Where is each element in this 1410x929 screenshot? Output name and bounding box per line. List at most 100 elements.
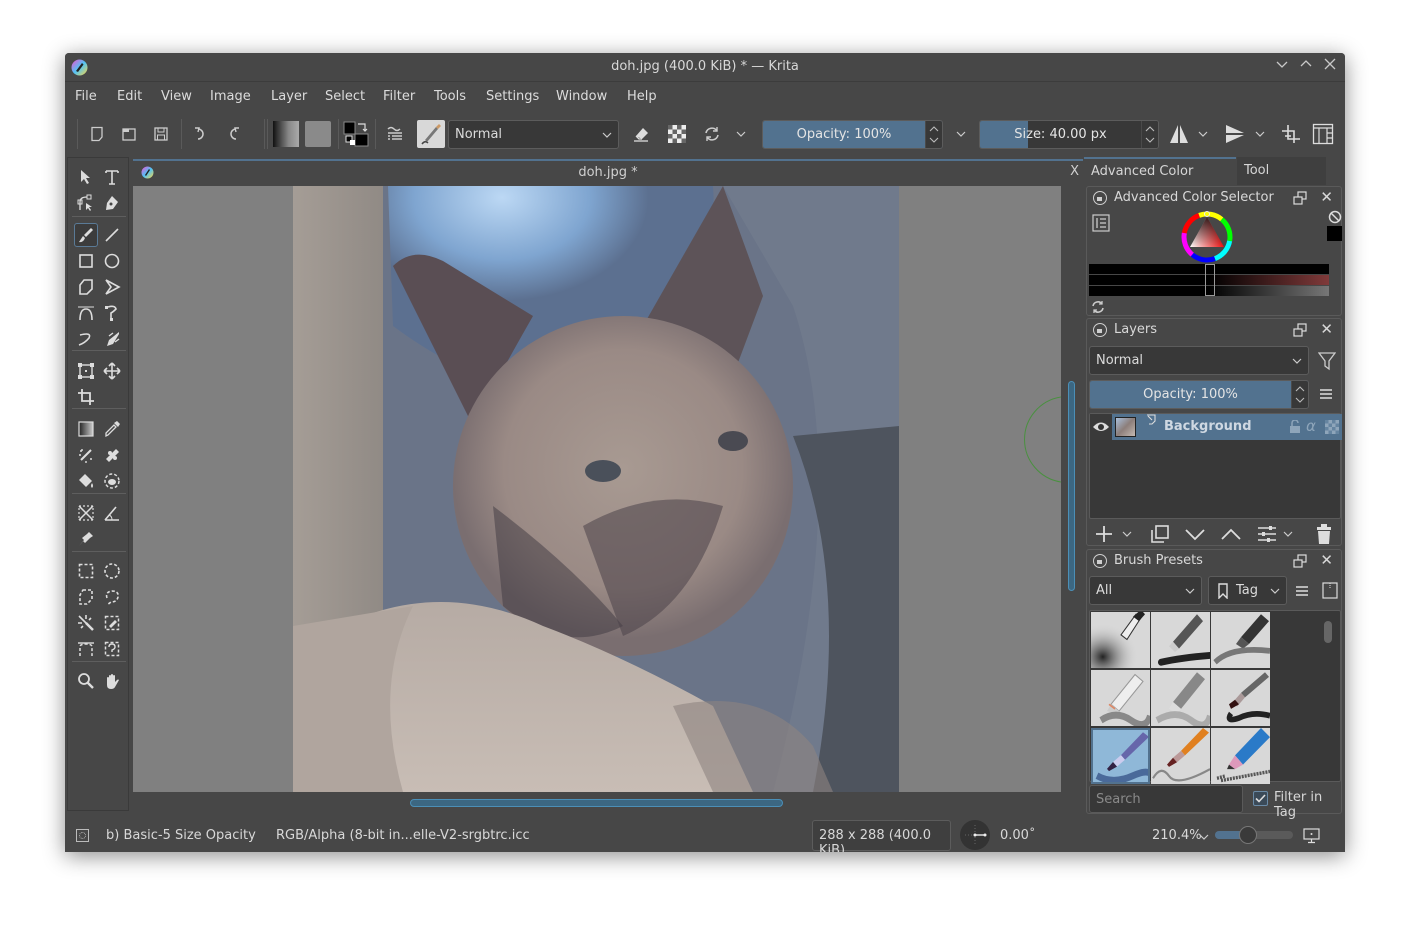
brush-preset-marker-blend[interactable] <box>1151 670 1210 726</box>
brush-preset-pen-ink[interactable] <box>1151 612 1210 668</box>
menu-file[interactable]: File <box>75 89 97 104</box>
brush-preset-pencil-2b[interactable] <box>1211 612 1270 668</box>
tool-text[interactable] <box>100 165 124 189</box>
brush-preset-brush-watercolor[interactable] <box>1151 728 1210 784</box>
close-button[interactable] <box>1320 57 1340 77</box>
layer-opacity-slider[interactable]: Opacity: 100% <box>1089 380 1309 409</box>
workspace-button[interactable] <box>1310 121 1336 147</box>
mirror-vertical-button[interactable] <box>1222 121 1248 147</box>
tool-reference-images[interactable] <box>74 527 98 551</box>
hamburger-menu-icon[interactable] <box>1319 387 1333 401</box>
lock-icon[interactable] <box>1093 554 1107 568</box>
brush-settings-button[interactable] <box>382 121 408 147</box>
close-panel-icon[interactable]: ✕ <box>1320 551 1333 569</box>
menu-window[interactable]: Window <box>556 89 607 104</box>
reload-options-dropdown[interactable] <box>733 121 749 147</box>
lock-icon[interactable] <box>1093 191 1107 205</box>
tool-enclose-fill[interactable] <box>100 469 124 493</box>
gradient-selector[interactable] <box>273 121 299 147</box>
eraser-mode-button[interactable] <box>628 121 654 147</box>
tool-fill[interactable] <box>74 469 98 493</box>
save-button[interactable] <box>148 121 174 147</box>
lock-icon[interactable] <box>1093 323 1107 337</box>
color-profile[interactable]: RGB/Alpha (8-bit in...elle-V2-srgbtrc.ic… <box>276 828 530 843</box>
filter-in-tag-checkbox[interactable] <box>1253 791 1268 806</box>
menu-edit[interactable]: Edit <box>117 89 142 104</box>
tool-edit-shapes[interactable] <box>74 191 98 215</box>
close-panel-icon[interactable]: ✕ <box>1320 188 1333 206</box>
canvas-only-icon[interactable] <box>1303 828 1320 844</box>
add-layer-icon[interactable] <box>1094 524 1114 544</box>
brush-preset-basic-5-size-opacity[interactable] <box>1091 728 1150 784</box>
brush-preset-airbrush-soft[interactable] <box>1091 612 1150 668</box>
alpha-lock-icon[interactable]: α <box>1306 417 1316 435</box>
color-selector-settings-icon[interactable] <box>1092 214 1110 232</box>
menu-help[interactable]: Help <box>627 89 657 104</box>
tool-bezier-select[interactable] <box>74 637 98 661</box>
tool-multibrush[interactable] <box>100 327 124 351</box>
tool-similar-select[interactable] <box>100 611 124 635</box>
tool-assistant[interactable] <box>74 501 98 525</box>
zoom-slider-handle[interactable] <box>1238 826 1257 844</box>
image-size-box[interactable]: 288 x 288 (400.0 KiB) <box>812 820 951 852</box>
layer-properties-icon[interactable] <box>1257 524 1277 544</box>
menu-image[interactable]: Image <box>210 89 251 104</box>
menu-layer[interactable]: Layer <box>271 89 307 104</box>
redo-button[interactable] <box>220 121 246 147</box>
filter-icon[interactable] <box>1318 351 1336 371</box>
tool-crop[interactable] <box>74 385 98 409</box>
delete-layer-icon[interactable] <box>1315 523 1333 545</box>
tool-smart-patch[interactable] <box>100 443 124 467</box>
preset-scrollbar[interactable] <box>1324 621 1332 643</box>
hamburger-menu-icon[interactable] <box>1295 584 1309 598</box>
tool-freehand-path[interactable] <box>100 301 124 325</box>
mirror-horizontal-dropdown[interactable] <box>1195 121 1211 147</box>
tool-gradient[interactable] <box>74 417 98 441</box>
brush-preset-marker-grey[interactable] <box>1091 670 1150 726</box>
chevron-down-icon[interactable] <box>1199 832 1209 842</box>
float-panel-icon[interactable] <box>1293 554 1307 568</box>
layer-row[interactable]: Background α <box>1090 414 1342 440</box>
opacity-spin-arrows[interactable] <box>925 121 942 148</box>
preset-search-input[interactable]: Search <box>1089 785 1243 813</box>
minimize-button[interactable] <box>1272 57 1292 77</box>
chevron-down-icon[interactable] <box>1283 529 1293 539</box>
hue-ring-color-wheel[interactable] <box>1180 210 1234 264</box>
mirror-horizontal-button[interactable] <box>1166 121 1192 147</box>
opacity-slider[interactable]: Opacity: 100% <box>762 120 943 149</box>
fg-bg-color-button[interactable] <box>343 121 369 147</box>
tool-magnetic-select[interactable] <box>100 637 124 661</box>
foreground-color-swatch[interactable] <box>1327 226 1342 241</box>
layer-blend-mode-combo[interactable]: Normal <box>1089 346 1309 375</box>
no-color-icon[interactable] <box>1328 210 1342 224</box>
layer-opacity-spin-arrows[interactable] <box>1291 381 1308 408</box>
visibility-toggle[interactable] <box>1090 414 1112 440</box>
storage-icon[interactable] <box>1322 582 1338 599</box>
undo-button[interactable] <box>188 121 214 147</box>
refresh-icon[interactable] <box>1091 300 1105 314</box>
tool-measure[interactable] <box>100 501 124 525</box>
move-layer-down-icon[interactable] <box>1184 524 1206 544</box>
tool-freehand-select[interactable] <box>100 585 124 609</box>
tool-select-shapes[interactable] <box>74 165 98 189</box>
move-layer-up-icon[interactable] <box>1220 524 1242 544</box>
tool-zoom[interactable] <box>74 669 98 693</box>
menu-settings[interactable]: Settings <box>486 89 539 104</box>
pattern-selector[interactable] <box>305 121 331 147</box>
brush-preset-brush-ink[interactable] <box>1211 670 1270 726</box>
document-close-button[interactable]: X <box>1070 164 1079 179</box>
tool-colorize-mask[interactable] <box>74 443 98 467</box>
size-spin-arrows[interactable] <box>1141 121 1158 148</box>
tool-ellipse-select[interactable] <box>100 559 124 583</box>
preserve-alpha-button[interactable] <box>664 121 690 147</box>
opacity-options-dropdown[interactable] <box>953 121 969 147</box>
mirror-vertical-dropdown[interactable] <box>1252 121 1268 147</box>
tool-polygon-select[interactable] <box>74 585 98 609</box>
lock-layer-icon[interactable] <box>1288 420 1302 434</box>
menu-select[interactable]: Select <box>325 89 365 104</box>
float-panel-icon[interactable] <box>1293 323 1307 337</box>
tool-transform[interactable] <box>74 359 98 383</box>
tool-contiguous-select[interactable] <box>74 611 98 635</box>
menu-view[interactable]: View <box>161 89 192 104</box>
canvas[interactable] <box>133 186 1061 792</box>
